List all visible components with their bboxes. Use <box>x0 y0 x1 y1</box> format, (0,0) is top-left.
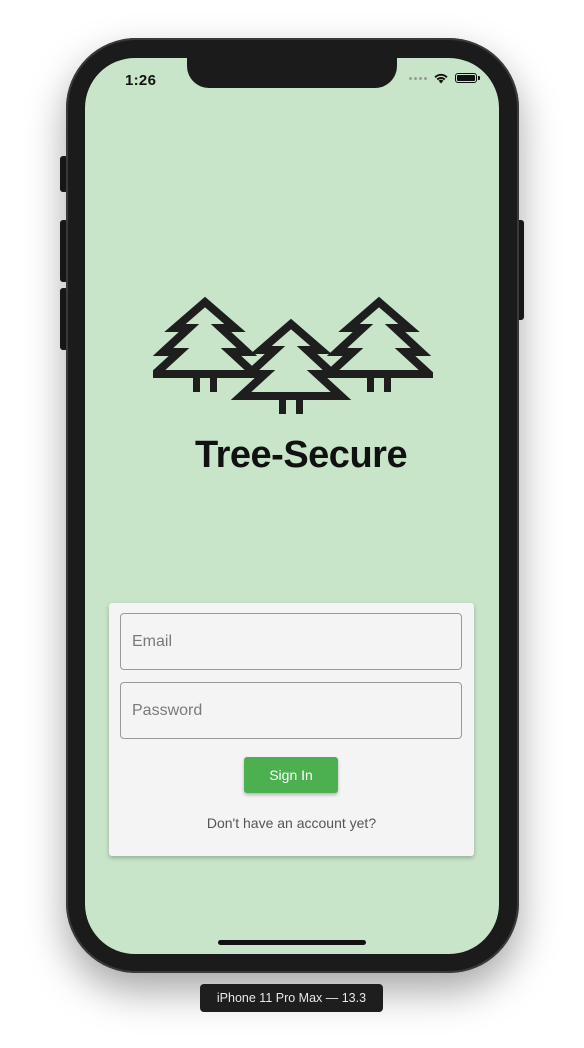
home-indicator[interactable] <box>218 940 366 945</box>
simulator-stage: 1:26 Tree-Secure Email Sign In Don't hav… <box>0 0 584 1048</box>
password-field[interactable] <box>120 682 462 739</box>
cellular-signal-icon <box>409 76 427 80</box>
status-icons <box>409 72 480 84</box>
email-field[interactable] <box>120 613 462 670</box>
device-label: iPhone 11 Pro Max — 13.3 <box>200 984 383 1012</box>
status-time: 1:26 <box>125 72 157 89</box>
sign-in-button[interactable]: Sign In <box>244 757 338 793</box>
login-card: Sign In Don't have an account yet? <box>109 603 474 856</box>
wifi-icon <box>434 73 448 84</box>
battery-icon <box>455 73 480 83</box>
notch <box>187 58 397 88</box>
brand-name: Tree-Secure <box>195 434 408 476</box>
app-screen: 1:26 Tree-Secure Email Sign In Don't hav… <box>85 58 499 954</box>
signup-link[interactable]: Don't have an account yet? <box>109 815 474 831</box>
pine-trees-icon <box>153 296 433 436</box>
